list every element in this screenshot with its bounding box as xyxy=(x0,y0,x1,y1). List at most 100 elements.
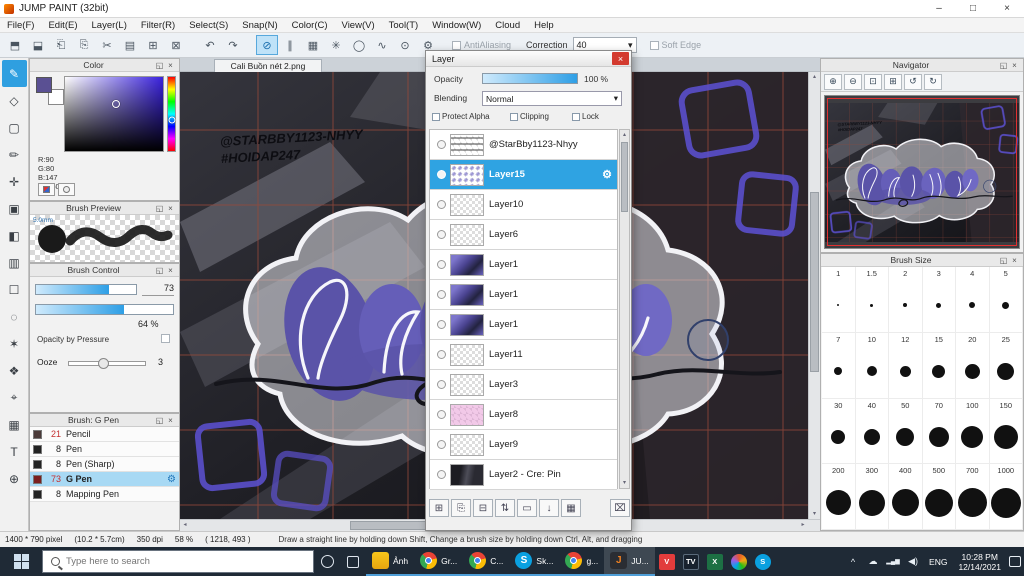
toolbar-save-button[interactable]: ⬓ xyxy=(27,35,49,55)
menu-window[interactable]: Window(W) xyxy=(425,20,488,31)
cortana-button[interactable] xyxy=(314,547,340,576)
brush-opacity-slider[interactable] xyxy=(35,304,174,315)
scroll-left-icon[interactable]: ◂ xyxy=(180,520,190,531)
network-icon[interactable]: ▂▄▆ xyxy=(883,547,903,576)
layer-row[interactable]: Layer10 xyxy=(430,190,617,220)
remove-layer-button[interactable]: ⊟ xyxy=(473,499,493,517)
brush-size-option[interactable]: 300 xyxy=(855,464,889,530)
float-panel-icon[interactable]: ◱ xyxy=(154,61,165,70)
brush-size-option[interactable]: 1.5 xyxy=(855,267,889,333)
brush-size-option[interactable]: 1000 xyxy=(989,464,1023,530)
float-panel-icon[interactable]: ◱ xyxy=(154,416,165,425)
layer-row[interactable]: Layer1 xyxy=(430,310,617,340)
color-picker-button[interactable] xyxy=(58,183,75,196)
menu-view[interactable]: View(V) xyxy=(335,20,382,31)
taskbar-app-browser-2[interactable]: C... xyxy=(463,547,510,576)
layer-list-scrollbar[interactable]: ▴ ▾ xyxy=(619,129,630,489)
layer-row[interactable]: Layer9 xyxy=(430,430,617,460)
brush-item-pen-sharp[interactable]: 8 Pen (Sharp) xyxy=(30,457,179,472)
brush-item-mapping-pen[interactable]: 8 Mapping Pen xyxy=(30,487,179,502)
taskbar-app-skype[interactable]: S Sk... xyxy=(509,547,560,576)
move-tool[interactable]: ✛ xyxy=(2,168,27,195)
taskbar-app-tv[interactable]: TV xyxy=(679,547,703,576)
menu-cloud[interactable]: Cloud xyxy=(488,20,527,31)
start-button[interactable] xyxy=(0,547,42,576)
lock-checkbox[interactable] xyxy=(572,112,580,121)
redo-button[interactable]: ↷ xyxy=(222,35,244,55)
bucket-tool[interactable]: ◧ xyxy=(2,222,27,249)
layer-row-selected[interactable]: Layer15 ⚙ xyxy=(430,160,617,190)
menu-file[interactable]: File(F) xyxy=(0,20,41,31)
canvas-tab[interactable]: Cali Buồn nét 2.png xyxy=(214,59,322,72)
layer-visibility-icon[interactable] xyxy=(437,260,446,269)
taskbar-search[interactable] xyxy=(42,550,314,573)
task-view-button[interactable] xyxy=(340,547,366,576)
scroll-up-icon[interactable]: ▴ xyxy=(809,72,820,82)
brush-size-option[interactable]: 70 xyxy=(922,398,956,465)
lasso-tool[interactable]: ◌ xyxy=(2,303,27,330)
zoom-tool[interactable]: ⊕ xyxy=(2,465,27,492)
menu-filter[interactable]: Filter(R) xyxy=(134,20,182,31)
layer-folder-button[interactable]: ▭ xyxy=(517,499,537,517)
menu-select[interactable]: Select(S) xyxy=(182,20,235,31)
float-panel-icon[interactable]: ◱ xyxy=(998,256,1009,265)
opacity-by-pressure-checkbox[interactable] xyxy=(161,334,170,343)
navigator-preview[interactable] xyxy=(824,95,1020,249)
language-indicator[interactable]: ENG xyxy=(923,557,953,567)
onedrive-cloud-icon[interactable]: ☁ xyxy=(863,547,883,576)
maximize-button[interactable]: □ xyxy=(956,0,990,17)
layer-row[interactable]: Layer3 xyxy=(430,370,617,400)
close-panel-icon[interactable]: × xyxy=(165,204,176,213)
layer-row[interactable]: Layer11 xyxy=(430,340,617,370)
text-tool[interactable]: T xyxy=(2,438,27,465)
brush-tool[interactable]: ✎ xyxy=(1,60,27,87)
taskbar-app-jump-paint[interactable]: J JU... xyxy=(604,547,655,576)
brush-size-option[interactable]: 100 xyxy=(956,398,990,465)
vertical-scroll-thumb[interactable] xyxy=(810,192,819,372)
brush-size-option[interactable]: 12 xyxy=(889,332,923,399)
marquee-tool[interactable]: ☐ xyxy=(2,276,27,303)
snap-grid-button[interactable]: ▦ xyxy=(302,35,324,55)
brush-size-option[interactable]: 30 xyxy=(822,398,856,465)
snap-curve-button[interactable]: ∿ xyxy=(371,35,393,55)
palette-button[interactable] xyxy=(38,183,55,196)
brush-size-option[interactable]: 5 xyxy=(989,267,1023,333)
layer-row[interactable]: Layer8 xyxy=(430,400,617,430)
brush-size-option[interactable]: 2 xyxy=(889,267,923,333)
eraser-tool[interactable]: ◇ xyxy=(2,87,27,114)
close-panel-icon[interactable]: × xyxy=(165,416,176,425)
layer-opacity-slider[interactable] xyxy=(482,73,578,84)
search-input[interactable] xyxy=(66,556,266,567)
snap-parallel-button[interactable]: ∥ xyxy=(279,35,301,55)
layer-scroll-thumb[interactable] xyxy=(621,142,628,212)
toolbar-new-button[interactable]: ⬒ xyxy=(4,35,26,55)
brush-item-g-pen[interactable]: 73 G Pen ⚙ xyxy=(30,472,179,487)
brush-size-option[interactable]: 400 xyxy=(889,464,923,530)
layer-visibility-icon[interactable] xyxy=(437,230,446,239)
zoom-out-button[interactable]: ⊖ xyxy=(844,73,862,90)
brush-size-option[interactable]: 50 xyxy=(889,398,923,465)
gradient-tool[interactable]: ▥ xyxy=(2,249,27,276)
menu-snap[interactable]: Snap(N) xyxy=(235,20,284,31)
brush-size-option[interactable]: 4 xyxy=(956,267,990,333)
taskbar-app-skype-2[interactable]: S xyxy=(751,547,775,576)
taskbar-app-v[interactable]: V xyxy=(655,547,679,576)
add-layer-button[interactable]: ⊞ xyxy=(429,499,449,517)
close-panel-icon[interactable]: × xyxy=(1009,256,1020,265)
layer-visibility-icon[interactable] xyxy=(437,440,446,449)
ooze-slider[interactable] xyxy=(68,358,146,369)
snap-circle-button[interactable]: ◯ xyxy=(348,35,370,55)
brush-size-slider[interactable] xyxy=(35,284,137,295)
brush-size-option[interactable]: 20 xyxy=(956,332,990,399)
hue-slider[interactable] xyxy=(167,76,176,152)
layer-row[interactable]: Layer2 - Cre: Pin xyxy=(430,460,617,490)
scroll-right-icon[interactable]: ▸ xyxy=(798,520,808,531)
layer-visibility-icon[interactable] xyxy=(437,350,446,359)
move-layer-button[interactable]: ⇅ xyxy=(495,499,515,517)
layer-visibility-icon[interactable] xyxy=(437,320,446,329)
volume-icon[interactable]: ◀) xyxy=(903,547,923,576)
brush-size-option[interactable]: 15 xyxy=(922,332,956,399)
layer-visibility-icon[interactable] xyxy=(437,170,446,179)
brush-size-option[interactable]: 25 xyxy=(989,332,1023,399)
float-panel-icon[interactable]: ◱ xyxy=(998,61,1009,70)
